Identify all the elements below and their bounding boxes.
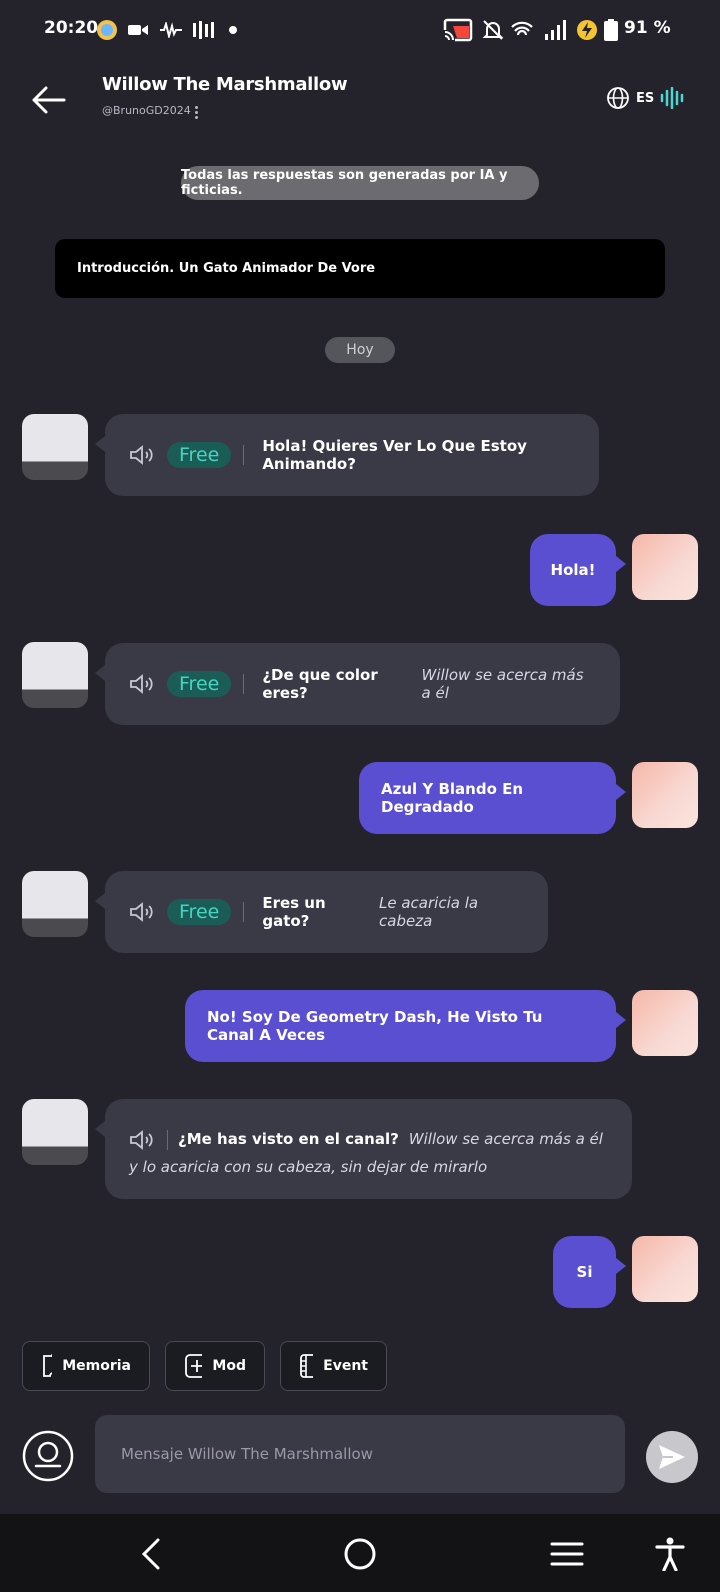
- accessibility-icon[interactable]: [646, 1530, 694, 1578]
- message-action: Le acaricia la cabeza: [379, 894, 479, 930]
- video-camera-icon: [128, 18, 148, 42]
- voice-wave-icon[interactable]: [660, 87, 686, 109]
- back-arrow-icon[interactable]: [26, 78, 70, 122]
- nav-home-icon[interactable]: [336, 1530, 384, 1578]
- puzzle-icon: [43, 1353, 53, 1377]
- event-label: Event: [323, 1358, 368, 1374]
- nav-back-icon[interactable]: [128, 1530, 176, 1578]
- nav-recents-icon[interactable]: [543, 1530, 591, 1578]
- language-code: ES: [636, 90, 655, 106]
- memory-button[interactable]: Memoria: [22, 1341, 150, 1391]
- voice-input-icon[interactable]: [22, 1430, 74, 1482]
- message-text: Azul Y Blando En Degradado: [381, 780, 524, 816]
- status-bar: 20:20 91 %: [0, 0, 720, 60]
- signal-icon: [544, 18, 566, 42]
- divider: [243, 902, 245, 922]
- mod-button[interactable]: Mod: [165, 1341, 265, 1391]
- user-avatar[interactable]: [632, 534, 698, 600]
- bot-avatar[interactable]: [22, 871, 88, 937]
- user-message: Si: [553, 1236, 626, 1308]
- wifi-icon: [510, 18, 534, 42]
- ai-disclaimer: Todas las respuestas son generadas por I…: [181, 166, 539, 200]
- cast-icon: [443, 18, 473, 42]
- bot-message: Free ¿De que color eres? Willow se acerc…: [95, 643, 620, 725]
- bot-avatar[interactable]: [22, 642, 88, 708]
- message-input[interactable]: Mensaje Willow The Marshmallow: [95, 1415, 625, 1493]
- character-name[interactable]: Willow The Marshmallow: [102, 74, 348, 95]
- message-text: Eres un gato?: [262, 894, 326, 930]
- user-message: Azul Y Blando En Degradado: [359, 762, 626, 834]
- user-avatar[interactable]: [632, 762, 698, 828]
- memory-label: Memoria: [62, 1358, 131, 1374]
- profile-badge-icon: [96, 18, 118, 42]
- status-time: 20:20: [44, 18, 99, 38]
- mute-bell-icon: [482, 18, 504, 42]
- date-divider: Hoy: [325, 337, 395, 363]
- battery-percent: 91 %: [624, 18, 671, 38]
- language-selector[interactable]: ES: [606, 86, 686, 110]
- plus-square-icon: [185, 1354, 203, 1378]
- send-button[interactable]: [646, 1431, 698, 1483]
- send-icon: [659, 1445, 685, 1469]
- system-nav-bar: [0, 1514, 720, 1592]
- bot-message: Free Hola! Quieres Ver Lo Que Estoy Anim…: [95, 414, 599, 496]
- speaker-icon[interactable]: [129, 672, 161, 696]
- mod-label: Mod: [212, 1358, 246, 1374]
- divider: [243, 445, 245, 465]
- intro-card[interactable]: Introducción. Un Gato Animador De Vore: [55, 239, 665, 298]
- film-icon: [300, 1354, 314, 1378]
- free-badge[interactable]: Free: [167, 442, 232, 468]
- speaker-icon[interactable]: [129, 443, 161, 467]
- bot-avatar[interactable]: [22, 414, 88, 480]
- free-badge[interactable]: Free: [167, 899, 232, 925]
- more-options-icon[interactable]: [192, 104, 200, 122]
- dot-icon: [228, 18, 238, 42]
- divider: [243, 674, 245, 694]
- user-message: No! Soy De Geometry Dash, He Visto Tu Ca…: [185, 990, 626, 1062]
- free-badge[interactable]: Free: [167, 671, 232, 697]
- user-avatar[interactable]: [632, 990, 698, 1056]
- battery-saver-icon: [576, 18, 598, 42]
- message-text: Si: [576, 1263, 593, 1281]
- message-text: ¿De que color eres?: [262, 666, 378, 702]
- globe-icon: [607, 87, 629, 109]
- bot-message: Free Eres un gato? Le acaricia la cabeza: [95, 871, 548, 953]
- message-action: Willow se acerca más a él: [421, 666, 584, 702]
- divider: [167, 1129, 168, 1150]
- user-avatar[interactable]: [632, 1236, 698, 1302]
- user-message: Hola!: [530, 534, 626, 606]
- battery-icon: [604, 18, 618, 42]
- message-text: Hola! Quieres Ver Lo Que Estoy Animando?: [262, 437, 527, 473]
- message-text: Hola!: [550, 561, 596, 579]
- message-text: ¿Me has visto en el canal?: [178, 1130, 399, 1148]
- message-text: No! Soy De Geometry Dash, He Visto Tu Ca…: [207, 1008, 543, 1044]
- speaker-icon[interactable]: [129, 1128, 161, 1152]
- audio-wave-icon: [160, 18, 182, 42]
- bot-avatar[interactable]: [22, 1099, 88, 1165]
- speaker-icon[interactable]: [129, 900, 161, 924]
- creator-handle[interactable]: @BrunoGD2024: [102, 104, 191, 117]
- bot-message: ¿Me has visto en el canal? Willow se acer…: [95, 1099, 632, 1199]
- equalizer-icon: [192, 18, 214, 42]
- event-button[interactable]: Event: [280, 1341, 387, 1391]
